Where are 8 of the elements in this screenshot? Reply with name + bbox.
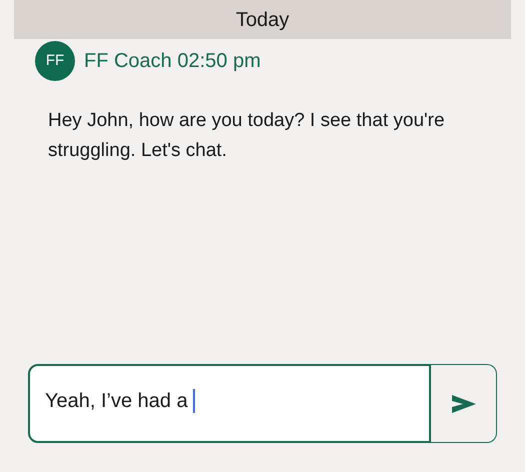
- date-header: Today: [14, 0, 511, 39]
- message-field[interactable]: Yeah, I’ve had a: [28, 364, 431, 443]
- text-cursor: [193, 388, 196, 412]
- sender-name: FF Coach 02:50 pm: [84, 49, 261, 74]
- message-text: Hey John, how are you today? I see that you're struggling. Let's chat.: [48, 109, 446, 163]
- send-icon: [452, 394, 476, 414]
- send-button[interactable]: [431, 364, 497, 443]
- avatar: FF: [35, 41, 75, 81]
